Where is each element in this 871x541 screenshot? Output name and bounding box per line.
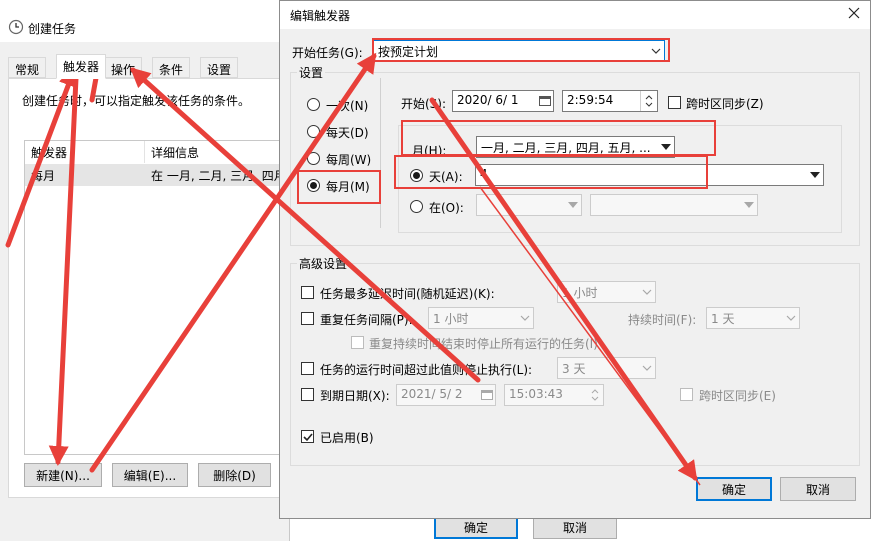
annotation-box-days [394, 155, 708, 189]
dialog-cancel-button[interactable]: 取消 [780, 477, 856, 501]
close-icon[interactable] [845, 4, 863, 22]
sync-timezone-label: 跨时区同步(Z) [686, 97, 764, 111]
expire-label: 到期日期(X): [320, 389, 390, 403]
calendar-icon [536, 91, 553, 111]
delete-trigger-button[interactable]: 删除(D) [198, 463, 271, 487]
column-trigger[interactable]: 触发器 [25, 141, 145, 163]
stop-if-checkbox[interactable] [301, 362, 314, 375]
start-date-value: 2020/ 6/ 1 [457, 93, 519, 107]
tab-triggers[interactable]: 触发器 [56, 54, 107, 79]
start-date-picker[interactable]: 2020/ 6/ 1 [452, 90, 554, 112]
edit-trigger-title: 编辑触发器 [290, 9, 351, 23]
settings-divider [380, 78, 381, 228]
repeat-checkbox[interactable] [301, 312, 314, 325]
stop-repeat-label: 重复持续时间结束时停止所有运行的任务(I) [369, 337, 598, 351]
start-time-value: 2:59:54 [567, 93, 614, 107]
spinner-arrows-icon [586, 385, 603, 405]
stop-if-value: 3 天 [562, 362, 586, 376]
enabled-label: 已启用(B) [320, 431, 374, 445]
triggers-list[interactable] [24, 140, 290, 455]
schedule-daily-radio[interactable] [307, 125, 320, 138]
chevron-down-icon [516, 308, 533, 328]
delay-checkbox[interactable] [301, 286, 314, 299]
start-time-spinner[interactable]: 2:59:54 [562, 90, 658, 112]
schedule-daily-label: 每天(D) [326, 126, 369, 140]
chevron-down-icon [638, 282, 655, 302]
row-details-cell: 在 一月, 二月, 三月, 四月 [151, 169, 279, 183]
delay-value: 1 小时 [562, 286, 598, 300]
expire-date-value: 2021/ 5/ 2 [401, 387, 463, 401]
stop-repeat-checkbox[interactable] [351, 336, 364, 349]
duration-value: 1 天 [711, 312, 735, 326]
start-label: 开始(S): [401, 97, 447, 111]
schedule-weekly-label: 每周(W) [326, 153, 372, 167]
delay-select[interactable]: 1 小时 [557, 281, 656, 303]
chevron-down-icon [782, 308, 799, 328]
enabled-checkbox[interactable] [301, 430, 314, 443]
tab-settings[interactable]: 设置 [200, 57, 239, 78]
settings-label: 设置 [297, 64, 326, 81]
duration-label: 持续时间(F): [628, 313, 697, 327]
expire-checkbox[interactable] [301, 388, 314, 401]
annotation-box-begin-task [372, 38, 670, 62]
expire-time-spinner[interactable]: 15:03:43 [504, 384, 604, 406]
expire-time-value: 15:03:43 [509, 387, 563, 401]
new-trigger-button[interactable]: 新建(N)... [24, 463, 102, 487]
advanced-label: 高级设置 [297, 255, 350, 272]
chevron-down-icon [638, 358, 655, 378]
week-order-select[interactable] [476, 194, 582, 216]
duration-select[interactable]: 1 天 [706, 307, 800, 329]
on-weekday-radio[interactable] [410, 200, 423, 213]
column-details[interactable]: 详细信息 [145, 141, 290, 163]
tab-general[interactable]: 常规 [8, 57, 47, 78]
expire-date-picker[interactable]: 2021/ 5/ 2 [396, 384, 496, 406]
schedule-once-label: 一次(N) [326, 99, 369, 113]
dialog-ok-button[interactable]: 确定 [696, 477, 772, 501]
schedule-once-radio[interactable] [307, 98, 320, 111]
repeat-value: 1 小时 [433, 312, 469, 326]
schedule-weekly-radio[interactable] [307, 152, 320, 165]
tab-conditions[interactable]: 条件 [152, 57, 191, 78]
weekday-select[interactable] [590, 194, 758, 216]
annotation-box-month [401, 120, 716, 156]
expire-sync-label: 跨时区同步(E) [699, 389, 776, 403]
dropdown-arrow-icon [806, 165, 823, 185]
repeat-label: 重复任务间隔(P): [320, 313, 413, 327]
repeat-select[interactable]: 1 小时 [428, 307, 534, 329]
expire-sync-checkbox[interactable] [680, 388, 693, 401]
triggers-description: 创建任务时，可以指定触发该任务的条件。 [22, 94, 251, 108]
dropdown-arrow-icon [740, 195, 757, 215]
delay-label: 任务最多延迟时间(随机延迟)(K): [320, 287, 495, 301]
spinner-arrows-icon [640, 91, 657, 111]
edit-trigger-titlebar [280, 1, 870, 29]
sync-timezone-checkbox[interactable] [668, 96, 681, 109]
tab-actions[interactable]: 操作 [104, 57, 143, 78]
edit-trigger-button[interactable]: 编辑(E)... [112, 463, 188, 487]
task-scheduler-icon [8, 19, 24, 35]
create-task-title: 创建任务 [28, 22, 77, 36]
on-weekday-label: 在(O): [429, 201, 464, 215]
row-trigger-cell: 每月 [31, 169, 56, 183]
calendar-icon [478, 385, 495, 405]
annotation-box-monthly [297, 170, 381, 204]
stop-if-select[interactable]: 3 天 [557, 357, 656, 379]
stop-if-label: 任务的运行时间超过此值则停止执行(L): [320, 363, 533, 377]
dropdown-arrow-icon [564, 195, 581, 215]
begin-task-label: 开始任务(G): [292, 46, 363, 60]
